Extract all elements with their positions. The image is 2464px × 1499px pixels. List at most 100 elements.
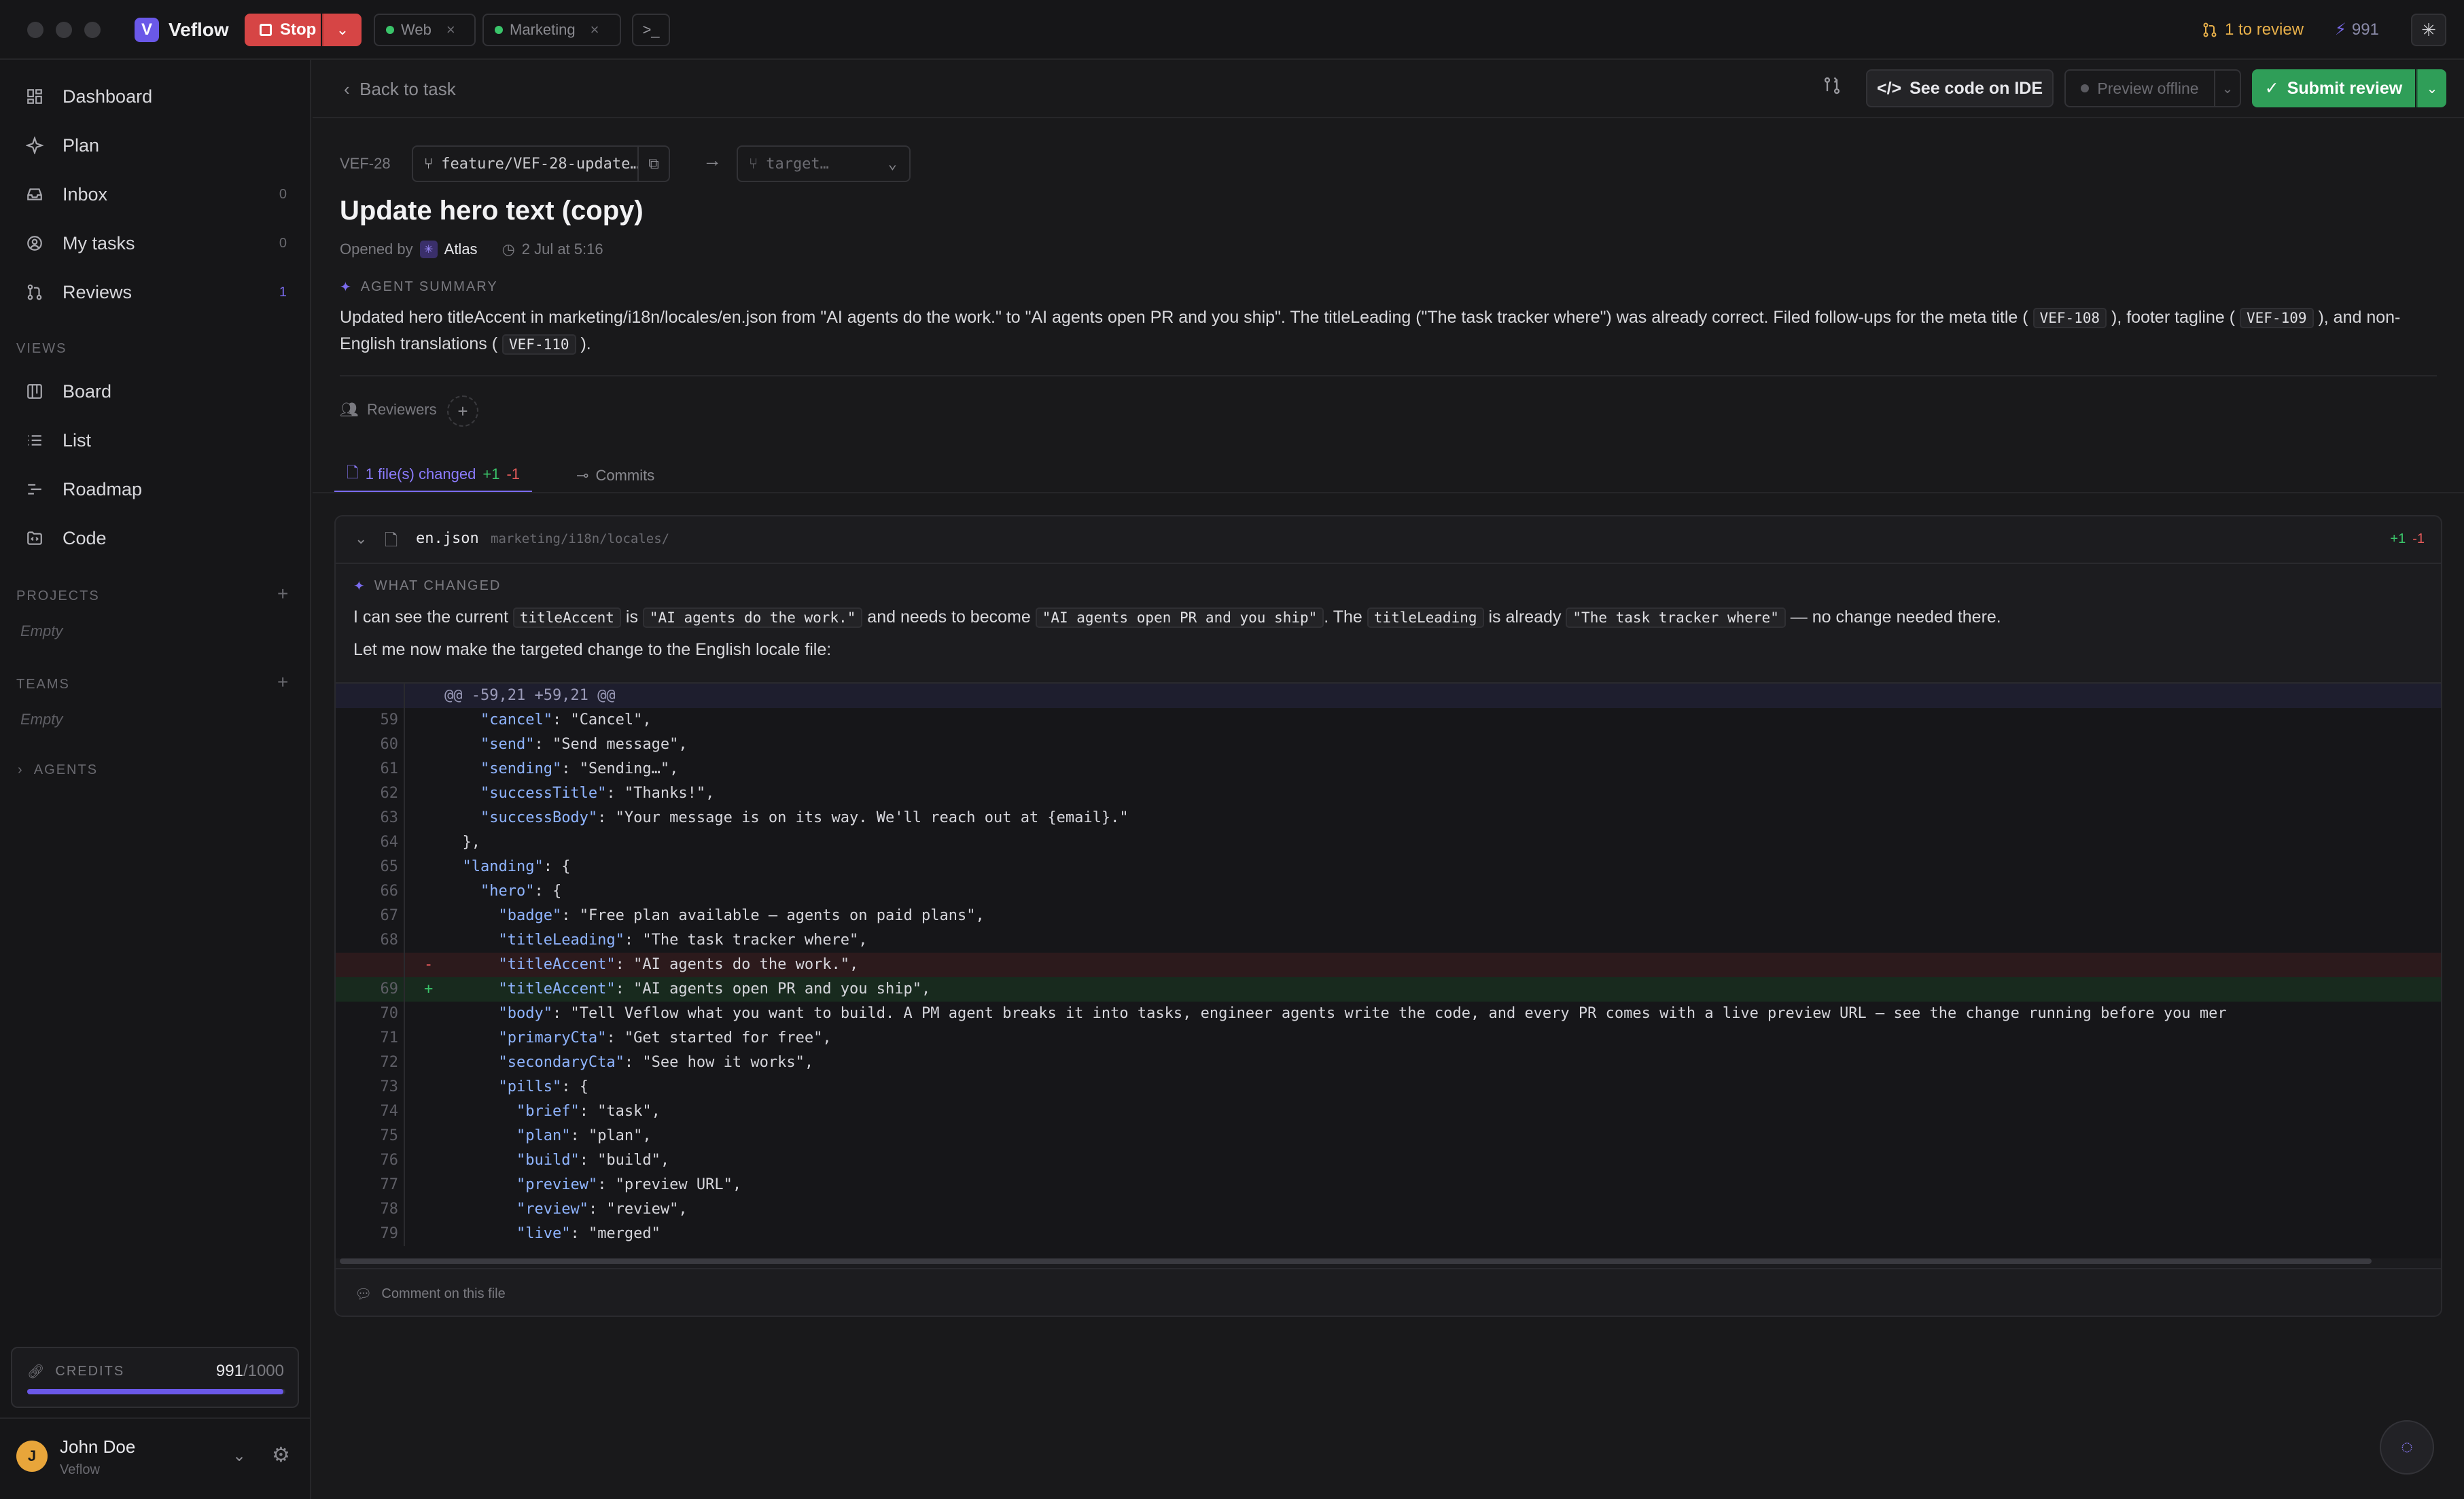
line-number: 79 <box>336 1222 405 1246</box>
submit-dropdown-button[interactable]: ⌄ <box>2416 69 2446 107</box>
line-number: 71 <box>336 1026 405 1051</box>
credits-progress-bar <box>27 1389 285 1394</box>
opened-by-name[interactable]: Atlas <box>444 241 478 258</box>
diff-line[interactable]: 60 "send": "Send message", <box>336 733 2441 757</box>
horizontal-scrollbar[interactable] <box>340 1258 2372 1264</box>
sidebar-item-code[interactable]: Code <box>15 518 296 559</box>
offline-dot-icon <box>2081 84 2090 92</box>
wc-text: I can see the current <box>353 607 508 627</box>
chevron-down-icon: ⌄ <box>2426 81 2438 96</box>
credits-used: 991 <box>215 1362 243 1380</box>
ticket-ref[interactable]: VEF-108 <box>2032 308 2107 328</box>
sidebar-item-my-tasks[interactable]: My tasks 0 <box>15 223 296 264</box>
diff-line[interactable]: 62 "successTitle": "Thanks!", <box>336 781 2441 806</box>
account-menu-button[interactable]: ✳ <box>2411 14 2446 46</box>
terminal-button[interactable]: >_ <box>632 14 670 46</box>
add-project-button[interactable]: + <box>277 583 288 605</box>
diff-line[interactable]: 79 "live": "merged" <box>336 1222 2441 1246</box>
tab-commits[interactable]: ⊸ Commits <box>576 458 654 493</box>
preview-offline-button[interactable]: Preview offline <box>2064 69 2215 107</box>
sidebar-item-reviews[interactable]: Reviews 1 <box>15 272 296 313</box>
ticket-ref[interactable]: VEF-109 <box>2240 308 2314 328</box>
diff-line[interactable]: 67 "badge": "Free plan available — agent… <box>336 904 2441 928</box>
json-value: : "plan", <box>570 1127 652 1144</box>
file-diff-card: ⌄ 🗋︎ en.json marketing/i18n/locales/ +1-… <box>334 515 2442 1317</box>
diff-line[interactable]: 65 "landing": { <box>336 855 2441 879</box>
window-close-control[interactable] <box>27 22 43 38</box>
add-reviewer-button[interactable]: + <box>447 395 478 427</box>
sidebar-item-label: Inbox <box>63 183 108 205</box>
sidebar-item-label: List <box>63 429 92 451</box>
diff-view[interactable]: @@ -59,21 +59,21 @@ 59 "cancel": "Cancel… <box>336 682 2441 1258</box>
diff-line-deleted[interactable]: - "titleAccent": "AI agents do the work.… <box>336 953 2441 977</box>
copy-icon[interactable]: ⧉ <box>637 147 669 181</box>
agents-section-toggle[interactable]: › AGENTS <box>18 762 98 778</box>
to-review-link[interactable]: 1 to review <box>2202 18 2304 42</box>
user-name[interactable]: John Doe <box>60 1436 135 1458</box>
main-panel: ‹ Back to task </> See code on IDE Previe… <box>313 60 2464 1499</box>
diff-line[interactable]: 76 "build": "build", <box>336 1148 2441 1173</box>
task-id: VEF-28 <box>340 155 391 172</box>
diff-line[interactable]: 59 "cancel": "Cancel", <box>336 708 2441 733</box>
chevron-down-icon[interactable]: ⌄ <box>232 1446 246 1466</box>
what-changed-label-text: WHAT CHANGED <box>374 578 501 593</box>
diff-line[interactable]: 75 "plan": "plan", <box>336 1124 2441 1148</box>
see-code-on-ide-button[interactable]: </> See code on IDE <box>1866 69 2054 107</box>
diff-line[interactable]: 72 "secondaryCta": "See how it works", <box>336 1051 2441 1075</box>
diff-line[interactable]: 70 "body": "Tell Veflow what you want to… <box>336 1002 2441 1026</box>
chevron-down-icon[interactable]: ⌄ <box>355 530 367 548</box>
avatar[interactable]: J <box>16 1441 48 1472</box>
json-value: : { <box>561 1078 588 1095</box>
credits-card[interactable]: 🔗︎ CREDITS 991/1000 <box>11 1347 299 1408</box>
diff-line[interactable]: 71 "primaryCta": "Get started for free", <box>336 1026 2441 1051</box>
sidebar-item-roadmap[interactable]: Roadmap <box>15 469 296 510</box>
what-changed-label: ✦ WHAT CHANGED <box>353 578 501 595</box>
clock-icon: ◷ <box>501 241 515 258</box>
env-tab-marketing[interactable]: Marketing × <box>482 14 621 46</box>
sidebar-item-dashboard[interactable]: Dashboard <box>15 76 296 117</box>
preview-dropdown-button[interactable]: ⌄ <box>2214 69 2241 107</box>
diff-line[interactable]: 74 "brief": "task", <box>336 1099 2441 1124</box>
stop-button[interactable]: Stop <box>245 14 321 46</box>
tab-files-changed[interactable]: 🗋︎ 1 file(s) changed +1 -1 <box>334 458 533 493</box>
sidebar-item-list[interactable]: List <box>15 420 296 461</box>
diff-line-added[interactable]: 69 + "titleAccent": "AI agents open PR an… <box>336 977 2441 1002</box>
sidebar-item-inbox[interactable]: Inbox 0 <box>15 174 296 215</box>
json-value: : "AI agents do the work.", <box>615 956 859 973</box>
stop-dropdown-button[interactable]: ⌄ <box>322 14 362 46</box>
line-number: 66 <box>336 879 405 904</box>
file-header[interactable]: ⌄ 🗋︎ en.json marketing/i18n/locales/ +1-… <box>336 516 2441 564</box>
target-branch-select[interactable]: ⑂ target… ⌄ <box>737 145 911 182</box>
window-zoom-control[interactable] <box>84 22 101 38</box>
git-compare-icon[interactable] <box>1823 76 1842 100</box>
json-key: "landing" <box>462 858 544 875</box>
diff-line[interactable]: 68 "titleLeading": "The task tracker whe… <box>336 928 2441 953</box>
close-icon[interactable]: × <box>446 21 455 39</box>
sidebar-item-plan[interactable]: Plan <box>15 125 296 166</box>
diff-line[interactable]: 66 "hero": { <box>336 879 2441 904</box>
submit-review-button[interactable]: ✓ Submit review <box>2252 69 2415 107</box>
sidebar-item-board[interactable]: Board <box>15 371 296 412</box>
source-branch[interactable]: ⑂ feature/VEF-28-update… ⧉ <box>412 145 670 182</box>
ticket-ref[interactable]: VEF-110 <box>502 334 576 355</box>
list-icon <box>24 430 45 451</box>
add-team-button[interactable]: + <box>277 671 288 693</box>
diff-line[interactable]: 77 "preview": "preview URL", <box>336 1173 2441 1197</box>
diff-line[interactable]: 64 }, <box>336 830 2441 855</box>
teams-empty-text: Empty <box>20 711 63 728</box>
back-to-task-link[interactable]: ‹ Back to task <box>344 76 456 102</box>
env-tab-web[interactable]: Web × <box>374 14 476 46</box>
credits-indicator[interactable]: ⚡ 991 <box>2335 18 2379 42</box>
gear-icon[interactable]: ⚙ <box>272 1443 290 1467</box>
chat-button[interactable]: ◌ <box>2380 1420 2434 1475</box>
close-icon[interactable]: × <box>591 21 599 39</box>
diff-line[interactable]: 78 "review": "review", <box>336 1197 2441 1222</box>
window-minimize-control[interactable] <box>56 22 72 38</box>
diff-line[interactable]: 73 "pills": { <box>336 1075 2441 1099</box>
diff-line[interactable]: 63 "successBody": "Your message is on it… <box>336 806 2441 830</box>
diff-line[interactable]: 61 "sending": "Sending…", <box>336 757 2441 781</box>
terminal-icon: >_ <box>642 21 660 38</box>
comment-on-file-button[interactable]: 💬︎ Comment on this file <box>336 1268 2441 1316</box>
